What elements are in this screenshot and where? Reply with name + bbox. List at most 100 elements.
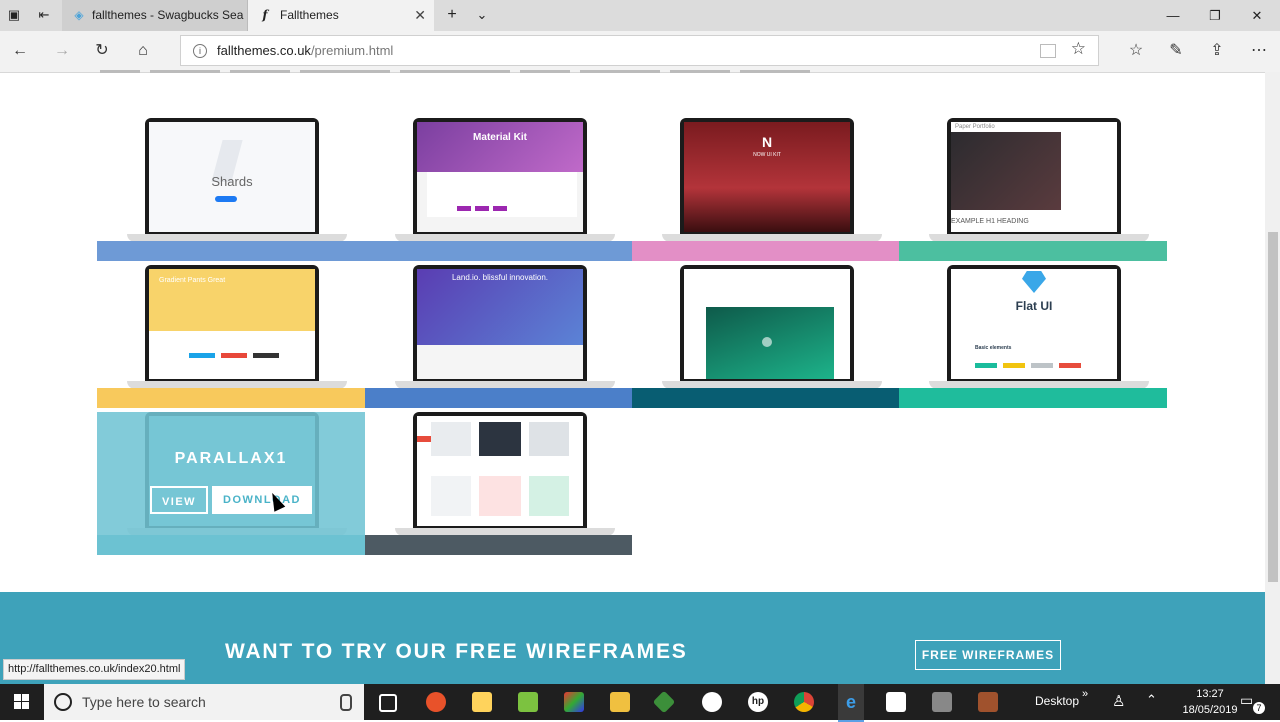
view-button[interactable]: VIEW — [150, 486, 208, 514]
notification-center-icon[interactable]: ▭ — [1240, 692, 1253, 709]
chrome-app-icon[interactable] — [794, 692, 814, 712]
theme-card-parallax1[interactable]: PARALLAX1 VIEW DOWNLOAD — [97, 412, 365, 555]
desktop-toolbar-label[interactable]: Desktop — [1035, 694, 1079, 708]
minimize-button[interactable]: — — [1150, 0, 1196, 31]
green-app-icon[interactable] — [652, 690, 676, 714]
theme-title: Land.io. blissful innovation. — [451, 273, 549, 282]
clipped-text-line — [100, 70, 980, 76]
color-bar — [97, 388, 365, 408]
image-editor-app-icon[interactable] — [518, 692, 538, 712]
new-tab-icon[interactable]: + — [444, 7, 460, 23]
file-explorer-icon[interactable] — [610, 692, 630, 712]
window-menu-icon[interactable]: ▣ — [6, 7, 22, 23]
theme-title: Shards — [211, 174, 253, 189]
close-window-button[interactable]: ✕ — [1234, 0, 1280, 31]
theme-caption: Basic elements — [975, 345, 1012, 351]
swagbucks-icon: ◈ — [74, 8, 84, 22]
windows-taskbar: Type here to search hp e Desktop » ♙ ⌃ 1… — [0, 684, 1280, 722]
theme-card-flat-ui[interactable]: Flat UI Basic elements — [899, 265, 1167, 408]
home-icon[interactable]: ⌂ — [130, 39, 156, 63]
diamond-logo-icon — [1022, 271, 1046, 293]
color-bar — [97, 241, 365, 261]
tab-title: Fallthemes — [280, 8, 339, 22]
microphone-icon[interactable] — [340, 694, 352, 711]
navigation-bar: ← → ↻ ⌂ i fallthemes.co.uk/premium.html … — [0, 31, 1280, 73]
store-app-icon[interactable] — [472, 692, 492, 712]
more-menu-icon[interactable]: ⋯ — [1246, 39, 1272, 63]
theme-card-bootstrap-ui[interactable] — [365, 412, 632, 555]
tab-fallthemes[interactable]: f Fallthemes ✕ — [248, 0, 434, 31]
close-tab-icon[interactable]: ✕ — [414, 0, 426, 31]
task-view-icon[interactable] — [379, 694, 397, 712]
theme-logo-letter: N — [761, 134, 773, 150]
search-placeholder: Type here to search — [82, 694, 206, 710]
cta-heading: WANT TO TRY OUR FREE WIREFRAMES — [225, 640, 688, 663]
tab-swagbucks[interactable]: ◈ fallthemes - Swagbucks Sea — [62, 0, 248, 31]
taskbar-clock[interactable]: 13:27 18/05/2019 — [1180, 686, 1240, 718]
chevron-down-icon[interactable]: ⌄ — [474, 7, 490, 23]
color-bar — [365, 388, 632, 408]
page-scrollbar[interactable] — [1265, 72, 1280, 684]
forward-arrow-icon[interactable]: → — [49, 39, 75, 63]
theme-card-land-io[interactable]: Land.io. blissful innovation. — [365, 265, 632, 408]
color-bar — [632, 388, 899, 408]
address-bar[interactable]: i fallthemes.co.uk/premium.html ☆ — [180, 35, 1099, 66]
paint-app-icon[interactable] — [564, 692, 584, 712]
hp-app-icon[interactable]: hp — [748, 692, 768, 712]
theme-caption: EXAMPLE H1 HEADING — [951, 218, 1029, 225]
theme-title: NOW UI KIT — [753, 152, 781, 158]
tab-title: fallthemes - Swagbucks Sea — [92, 8, 244, 22]
color-bar — [365, 241, 632, 261]
title-bar: ▣ ⇤ ◈ fallthemes - Swagbucks Sea f Fallt… — [0, 0, 1280, 31]
theme-card-video-landing[interactable] — [632, 265, 899, 408]
reading-view-icon[interactable] — [1040, 44, 1056, 58]
back-arrow-icon[interactable]: ← — [7, 39, 33, 63]
download-button[interactable]: DOWNLOAD — [212, 486, 312, 514]
theme-card-gradient-pants[interactable]: Gradient Pants Great — [97, 265, 365, 408]
photo-app-icon[interactable] — [978, 692, 998, 712]
chevron-up-icon[interactable]: ⌃ — [1146, 692, 1157, 708]
firefox-app-icon[interactable] — [426, 692, 446, 712]
star-favorite-icon[interactable]: ☆ — [1071, 39, 1086, 59]
scrollbar-thumb[interactable] — [1268, 232, 1278, 582]
laptop-mockup: Shards — [127, 118, 347, 243]
clock-date: 18/05/2019 — [1182, 704, 1238, 716]
edge-app-icon[interactable]: e — [838, 684, 864, 722]
color-bar — [365, 535, 632, 555]
theme-title: Gradient Pants Great — [159, 277, 226, 284]
chevron-double-right-icon[interactable]: » — [1082, 688, 1088, 700]
theme-card-shards[interactable]: Shards — [97, 118, 365, 261]
site-info-icon[interactable]: i — [193, 44, 207, 58]
url-text: fallthemes.co.uk/premium.html — [217, 43, 394, 58]
color-bar — [632, 241, 899, 261]
status-bar-url: http://fallthemes.co.uk/index20.html — [3, 659, 186, 680]
mail-app-icon[interactable] — [886, 692, 906, 712]
pen-notes-icon[interactable]: ✎ — [1163, 39, 1189, 63]
theme-title: PARALLAX1 — [174, 450, 288, 467]
taskbar-search-box[interactable]: Type here to search — [44, 684, 364, 720]
people-icon[interactable]: ♙ — [1112, 692, 1125, 710]
theme-card-material-kit[interactable]: Material Kit — [365, 118, 632, 261]
hover-overlay: PARALLAX1 VIEW DOWNLOAD — [97, 412, 365, 555]
theme-title: Material Kit — [473, 132, 527, 143]
windows-start-icon[interactable] — [0, 684, 44, 720]
refresh-icon[interactable]: ↻ — [89, 39, 115, 63]
share-icon[interactable]: ⇪ — [1204, 39, 1230, 63]
theme-card-paper-portfolio[interactable]: Paper Portfolio EXAMPLE H1 HEADING — [899, 118, 1167, 261]
theme-title: Paper Portfolio — [955, 124, 995, 130]
free-wireframes-button[interactable]: FREE WIREFRAMES — [915, 640, 1061, 670]
cta-banner: WANT TO TRY OUR FREE WIREFRAMES FREE WIR… — [0, 592, 1265, 684]
favorites-list-icon[interactable]: ☆ — [1123, 39, 1149, 63]
notification-count-badge: 7 — [1253, 702, 1265, 714]
theme-title: Flat UI — [1015, 299, 1053, 313]
set-aside-tabs-icon[interactable]: ⇤ — [36, 7, 52, 23]
clock-time: 13:27 — [1196, 688, 1224, 700]
cortana-circle-icon — [54, 693, 72, 711]
video-app-icon[interactable] — [932, 692, 952, 712]
color-bar — [899, 241, 1167, 261]
f-letter-icon: f — [262, 8, 268, 22]
restore-button[interactable]: ❐ — [1192, 0, 1238, 31]
camera-app-icon[interactable] — [702, 692, 722, 712]
theme-card-now-ui-kit[interactable]: N NOW UI KIT — [632, 118, 899, 261]
color-bar — [899, 388, 1167, 408]
